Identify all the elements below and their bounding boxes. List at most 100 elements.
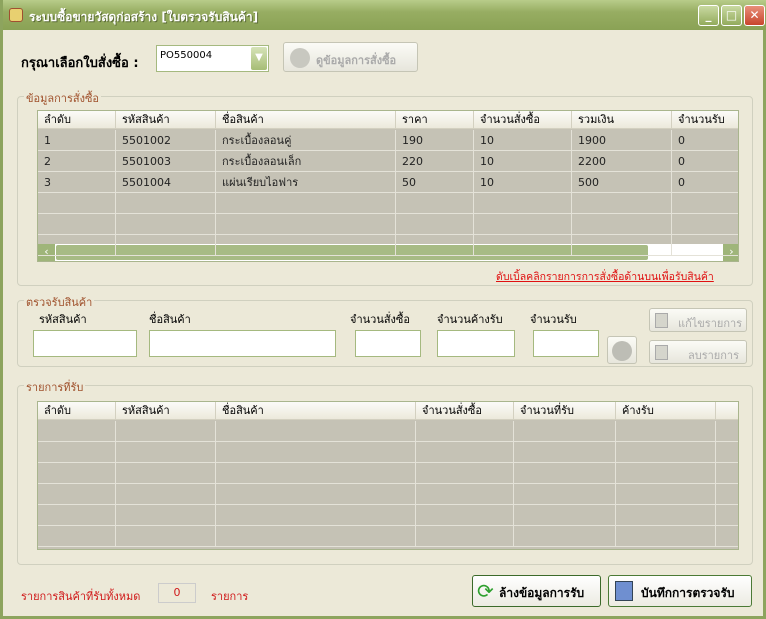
table-cell [396,235,474,256]
table-cell [396,214,474,235]
table-cell [116,421,216,442]
received-grid-header: ลำดับ รหัสสินค้า ชื่อสินค้า จำนวนสั่งซื้อ จำ… [38,402,738,420]
edit-item-button[interactable]: แก้ไขรายการ [649,308,747,332]
table-cell [716,463,738,484]
table-cell [216,421,416,442]
view-order-button[interactable]: ดูข้อมูลการสั่งซื้อ [283,42,418,72]
main-window: ระบบซื้อขายวัสดุก่อสร้าง [ใบตรวจรับสินค้… [0,0,766,619]
table-cell [216,193,396,214]
column-header [716,402,738,420]
column-header: รวมเงิน [572,111,672,129]
table-cell [216,463,416,484]
table-cell [216,214,396,235]
table-cell [616,463,716,484]
minimize-button[interactable]: _ [698,5,719,26]
table-cell [116,505,216,526]
table-cell: 10 [474,151,572,172]
clear-button[interactable]: ⟳ ล้างข้อมูลการรับ [472,575,601,607]
ordered-input[interactable] [355,330,421,357]
table-cell [416,421,514,442]
table-cell: 0 [672,130,738,151]
ordered-label: จำนวนสั่งซื้อ [350,313,410,326]
name-input[interactable] [149,330,336,357]
table-cell: 10 [474,172,572,193]
table-cell [616,442,716,463]
table-cell: 1900 [572,130,672,151]
table-cell [616,526,716,547]
po-select-label: กรุณาเลือกใบสั่งซื้อ : [21,56,139,71]
table-cell: 10 [474,130,572,151]
column-header: ชื่อสินค้า [216,402,416,420]
table-cell [716,484,738,505]
total-label: รายการสินค้าที่รับทั้งหมด [21,590,141,603]
received-input[interactable] [533,330,599,357]
table-cell: 50 [396,172,474,193]
table-cell [572,235,672,256]
globe-icon [612,341,632,361]
order-grid[interactable]: ลำดับ รหัสสินค้า ชื่อสินค้า ราคา จำนวนสั่งซื… [37,110,739,262]
table-cell: 0 [672,172,738,193]
table-cell [116,235,216,256]
po-select[interactable]: PO550004 ▼ [156,45,269,72]
clear-label: ล้างข้อมูลการรับ [499,586,585,600]
table-cell [116,484,216,505]
pending-input[interactable] [437,330,515,357]
edit-item-label: แก้ไขรายการ [678,317,743,330]
chevron-down-icon[interactable]: ▼ [251,47,267,70]
table-cell [38,421,116,442]
window-title: ระบบซื้อขายวัสดุก่อสร้าง [ใบตรวจรับสินค้… [29,10,259,24]
table-cell [716,442,738,463]
table-cell [716,526,738,547]
delete-item-button[interactable]: ลบรายการ [649,340,747,364]
po-select-value: PO550004 [160,50,213,61]
table-cell [474,235,572,256]
close-button[interactable]: ✕ [744,5,765,26]
maximize-button[interactable]: □ [721,5,742,26]
table-cell [514,526,616,547]
globe-icon [290,48,310,68]
table-cell: 2200 [572,151,672,172]
table-cell [38,484,116,505]
table-cell [216,526,416,547]
table-cell: 3 [38,172,116,193]
table-cell [216,505,416,526]
table-cell [672,214,738,235]
table-cell [672,193,738,214]
table-cell [38,442,116,463]
column-header: ชื่อสินค้า [216,111,396,129]
table-cell: 2 [38,151,116,172]
code-input[interactable] [33,330,137,357]
table-cell: 1 [38,130,116,151]
column-header: ราคา [396,111,474,129]
table-cell [616,421,716,442]
table-cell [616,484,716,505]
table-cell [474,214,572,235]
view-order-label: ดูข้อมูลการสั่งซื้อ [316,54,397,67]
table-cell [416,505,514,526]
table-cell [116,442,216,463]
table-cell [416,442,514,463]
table-cell [216,442,416,463]
table-cell [116,193,216,214]
hint-link[interactable]: ดับเบิ้ลคลิกรายการการสั่งซื้อด้านบนเพื่อ… [496,268,714,285]
column-header: รหัสสินค้า [116,111,216,129]
column-header: ลำดับ [38,402,116,420]
save-button[interactable]: บันทึกการตรวจรับ [608,575,752,607]
table-cell [116,214,216,235]
table-cell [572,214,672,235]
table-cell [514,484,616,505]
code-label: รหัสสินค้า [39,313,87,326]
table-cell: 5501003 [116,151,216,172]
table-cell [38,214,116,235]
total-value: 0 [158,583,196,603]
table-cell [38,463,116,484]
table-cell: กระเบื้องลอนเล็ก [216,151,396,172]
table-cell: 5501002 [116,130,216,151]
table-cell [38,235,116,256]
column-header: ค้างรับ [616,402,716,420]
table-cell [514,442,616,463]
table-cell [396,193,474,214]
add-item-button[interactable] [607,336,637,364]
table-cell [514,421,616,442]
received-grid[interactable]: ลำดับ รหัสสินค้า ชื่อสินค้า จำนวนสั่งซื้อ จำ… [37,401,739,550]
